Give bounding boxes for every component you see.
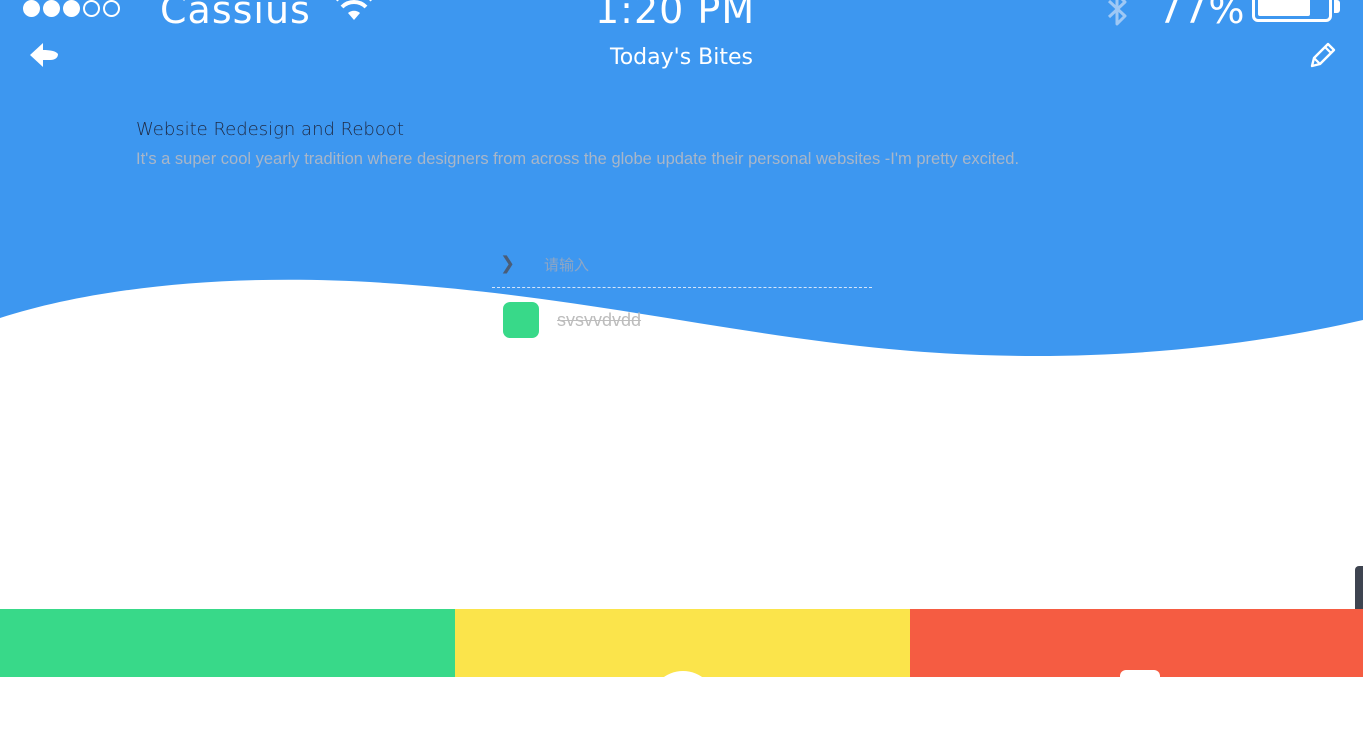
bluetooth-icon bbox=[1102, 0, 1132, 30]
tab-yellow[interactable] bbox=[455, 609, 910, 737]
signal-dot bbox=[103, 0, 120, 17]
signal-dot bbox=[23, 0, 40, 17]
wifi-icon bbox=[333, 0, 375, 28]
battery-percentage: 77% bbox=[1158, 0, 1246, 32]
square-icon bbox=[1120, 670, 1160, 710]
card-title: Website Redesign and Reboot bbox=[136, 119, 404, 140]
clock-time: 1:20 PM bbox=[595, 0, 756, 32]
chevron-right-icon[interactable]: ❯ bbox=[500, 254, 515, 274]
todo-checkbox[interactable] bbox=[503, 302, 539, 338]
tab-red[interactable] bbox=[910, 609, 1363, 710]
todo-item-text[interactable]: svsvvdvdd bbox=[557, 308, 641, 332]
signal-dot bbox=[83, 0, 100, 17]
status-bar: Cassius 1:20 PM 77% bbox=[0, 0, 1363, 32]
signal-strength-icon bbox=[23, 0, 120, 17]
tab-green[interactable] bbox=[0, 609, 455, 677]
battery-tip bbox=[1334, 0, 1340, 13]
battery-level bbox=[1258, 0, 1310, 16]
card-description: It's a super cool yearly tradition where… bbox=[136, 150, 1020, 168]
todo-item: svsvvdvdd bbox=[503, 302, 883, 338]
signal-dot bbox=[43, 0, 60, 17]
battery-icon bbox=[1252, 0, 1332, 22]
todo-input[interactable] bbox=[544, 252, 864, 278]
pencil-icon bbox=[1310, 42, 1336, 68]
page-title: Today's Bites bbox=[610, 45, 753, 70]
edit-button[interactable] bbox=[1306, 40, 1338, 72]
signal-dot bbox=[63, 0, 80, 17]
bottom-tab-bar bbox=[0, 609, 1363, 737]
circle-icon bbox=[650, 671, 716, 737]
carrier-name: Cassius bbox=[160, 0, 311, 32]
todo-input-row: ❯ bbox=[492, 248, 872, 288]
